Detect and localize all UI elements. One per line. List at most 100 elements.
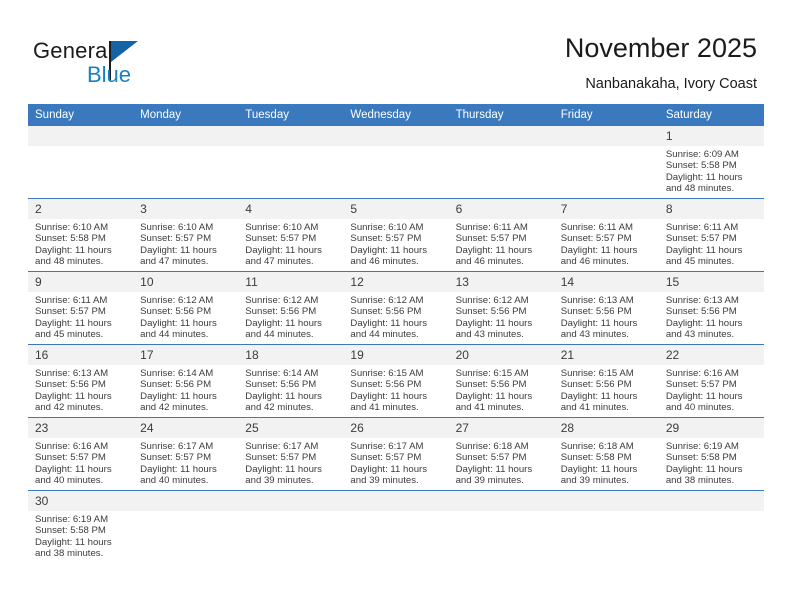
daylight-duration: Daylight: 11 hours and 44 minutes. bbox=[245, 317, 322, 340]
daylight-duration: Daylight: 11 hours and 39 minutes. bbox=[350, 463, 428, 486]
calendar-day-details: Sunrise: 6:12 AM Sunset: 5:56 PM Daylight:… bbox=[133, 292, 238, 340]
calendar-day-cell[interactable]: 25 Sunrise: 6:17 AM Sunset: 5:57 PM Dayligh… bbox=[238, 417, 344, 491]
sunrise-time: Sunrise: 6:14 AM bbox=[245, 368, 319, 379]
calendar-day-details: Sunrise: 6:17 AM Sunset: 5:57 PM Daylight:… bbox=[238, 438, 343, 486]
sunset-time: Sunset: 5:57 PM bbox=[140, 452, 212, 464]
calendar-day-cell[interactable]: 19 Sunrise: 6:15 AM Sunset: 5:56 PM Dayligh… bbox=[343, 344, 449, 418]
calendar-day-details: Sunrise: 6:19 AM Sunset: 5:58 PM Daylight:… bbox=[659, 438, 764, 486]
calendar-day-details: Sunrise: 6:18 AM Sunset: 5:58 PM Daylight:… bbox=[554, 438, 659, 486]
calendar-day-cell[interactable]: 6 Sunrise: 6:11 AM Sunset: 5:57 PM Daylight… bbox=[448, 198, 554, 272]
calendar-day-cell[interactable]: 21 Sunrise: 6:15 AM Sunset: 5:56 PM Dayligh… bbox=[553, 344, 659, 418]
calendar-day-cell[interactable]: 5 Sunrise: 6:10 AM Sunset: 5:57 PM Daylight… bbox=[343, 198, 449, 272]
calendar-day-cell[interactable]: 20 Sunrise: 6:15 AM Sunset: 5:56 PM Dayligh… bbox=[448, 344, 554, 418]
calendar-day-number: 7 bbox=[553, 199, 659, 219]
calendar-day-cell[interactable]: 24 Sunrise: 6:17 AM Sunset: 5:57 PM Dayligh… bbox=[133, 417, 239, 491]
calendar-day-cell[interactable]: 13 Sunrise: 6:12 AM Sunset: 5:56 PM Dayligh… bbox=[448, 271, 554, 345]
calendar-day-cell-empty bbox=[28, 126, 134, 199]
calendar-day-cell[interactable]: 30 Sunrise: 6:19 AM Sunset: 5:58 PM Dayligh… bbox=[28, 490, 134, 563]
calendar-day-number: 8 bbox=[658, 199, 764, 219]
weekday-header-sunday: Sunday bbox=[28, 104, 134, 126]
sunrise-time: Sunrise: 6:18 AM bbox=[455, 441, 529, 452]
calendar-day-number bbox=[553, 126, 659, 146]
calendar-day-cell[interactable]: 9 Sunrise: 6:11 AM Sunset: 5:57 PM Daylight… bbox=[28, 271, 134, 345]
calendar-day-number: 27 bbox=[448, 418, 554, 438]
calendar-day-details: Sunrise: 6:11 AM Sunset: 5:57 PM Daylight:… bbox=[554, 219, 659, 267]
daylight-duration: Daylight: 11 hours and 47 minutes. bbox=[140, 244, 217, 267]
sunset-time: Sunset: 5:57 PM bbox=[35, 452, 106, 464]
sunrise-time: Sunrise: 6:10 AM bbox=[35, 222, 109, 233]
sunset-time: Sunset: 5:56 PM bbox=[350, 306, 422, 318]
sunset-time: Sunset: 5:56 PM bbox=[560, 379, 632, 391]
sunrise-time: Sunrise: 6:16 AM bbox=[35, 441, 109, 452]
sunrise-time: Sunrise: 6:10 AM bbox=[350, 222, 424, 233]
daylight-duration: Daylight: 11 hours and 38 minutes. bbox=[35, 536, 112, 559]
sunset-time: Sunset: 5:56 PM bbox=[350, 379, 422, 391]
daylight-duration: Daylight: 11 hours and 44 minutes. bbox=[350, 317, 428, 340]
calendar-day-cell[interactable]: 14 Sunrise: 6:13 AM Sunset: 5:56 PM Dayligh… bbox=[553, 271, 659, 345]
calendar-day-details: Sunrise: 6:14 AM Sunset: 5:56 PM Daylight:… bbox=[238, 365, 343, 413]
calendar-day-cell[interactable]: 22 Sunrise: 6:16 AM Sunset: 5:57 PM Dayligh… bbox=[658, 344, 764, 418]
calendar-day-cell-empty bbox=[553, 490, 659, 563]
calendar-day-cell[interactable]: 28 Sunrise: 6:18 AM Sunset: 5:58 PM Dayligh… bbox=[553, 417, 659, 491]
sunrise-time: Sunrise: 6:11 AM bbox=[665, 222, 739, 233]
brand-logo[interactable]: General Blue bbox=[33, 38, 233, 94]
calendar-day-cell[interactable]: 1 Sunrise: 6:09 AM Sunset: 5:58 PM Daylight… bbox=[658, 126, 764, 199]
calendar-week-row: 2 Sunrise: 6:10 AM Sunset: 5:58 PM Daylight… bbox=[28, 198, 764, 272]
sunset-time: Sunset: 5:57 PM bbox=[350, 233, 422, 245]
sunrise-time: Sunrise: 6:11 AM bbox=[560, 222, 634, 233]
daylight-duration: Daylight: 11 hours and 48 minutes. bbox=[665, 171, 743, 194]
sunset-time: Sunset: 5:57 PM bbox=[245, 233, 317, 245]
sunset-time: Sunset: 5:56 PM bbox=[560, 306, 632, 318]
calendar-day-number bbox=[658, 491, 764, 511]
calendar-day-cell[interactable]: 7 Sunrise: 6:11 AM Sunset: 5:57 PM Daylight… bbox=[553, 198, 659, 272]
calendar-day-number: 14 bbox=[553, 272, 659, 292]
daylight-duration: Daylight: 11 hours and 46 minutes. bbox=[455, 244, 533, 267]
sunrise-time: Sunrise: 6:11 AM bbox=[35, 295, 108, 306]
sunrise-time: Sunrise: 6:13 AM bbox=[35, 368, 109, 379]
sunrise-time: Sunrise: 6:19 AM bbox=[35, 514, 109, 525]
calendar-day-cell[interactable]: 4 Sunrise: 6:10 AM Sunset: 5:57 PM Daylight… bbox=[238, 198, 344, 272]
calendar-day-cell[interactable]: 17 Sunrise: 6:14 AM Sunset: 5:56 PM Dayligh… bbox=[133, 344, 239, 418]
sunset-time: Sunset: 5:56 PM bbox=[455, 379, 527, 391]
calendar-day-number bbox=[133, 126, 239, 146]
page-subtitle: Nanbanakaha, Ivory Coast bbox=[585, 76, 757, 92]
calendar-day-cell[interactable]: 26 Sunrise: 6:17 AM Sunset: 5:57 PM Dayligh… bbox=[343, 417, 449, 491]
calendar-week-row: 9 Sunrise: 6:11 AM Sunset: 5:57 PM Daylight… bbox=[28, 271, 764, 345]
calendar-day-cell[interactable]: 8 Sunrise: 6:11 AM Sunset: 5:57 PM Daylight… bbox=[658, 198, 764, 272]
calendar-day-cell[interactable]: 15 Sunrise: 6:13 AM Sunset: 5:56 PM Dayligh… bbox=[658, 271, 764, 345]
calendar-day-cell-empty bbox=[658, 490, 764, 563]
calendar-day-cell[interactable]: 29 Sunrise: 6:19 AM Sunset: 5:58 PM Dayligh… bbox=[658, 417, 764, 491]
sunrise-time: Sunrise: 6:12 AM bbox=[140, 295, 214, 306]
calendar-day-number: 28 bbox=[553, 418, 659, 438]
calendar-day-cell[interactable]: 11 Sunrise: 6:12 AM Sunset: 5:56 PM Dayligh… bbox=[238, 271, 344, 345]
calendar-day-cell[interactable]: 23 Sunrise: 6:16 AM Sunset: 5:57 PM Dayligh… bbox=[28, 417, 134, 491]
calendar-day-cell-empty bbox=[553, 126, 659, 199]
calendar-day-number bbox=[28, 126, 134, 146]
calendar-day-cell[interactable]: 27 Sunrise: 6:18 AM Sunset: 5:57 PM Dayligh… bbox=[448, 417, 554, 491]
calendar-day-details: Sunrise: 6:10 AM Sunset: 5:57 PM Daylight:… bbox=[238, 219, 343, 267]
sunset-time: Sunset: 5:58 PM bbox=[560, 452, 632, 464]
sunrise-time: Sunrise: 6:18 AM bbox=[560, 441, 634, 452]
calendar-day-details: Sunrise: 6:18 AM Sunset: 5:57 PM Daylight:… bbox=[449, 438, 554, 486]
calendar-day-cell[interactable]: 3 Sunrise: 6:10 AM Sunset: 5:57 PM Daylight… bbox=[133, 198, 239, 272]
calendar-day-cell[interactable]: 10 Sunrise: 6:12 AM Sunset: 5:56 PM Dayligh… bbox=[133, 271, 239, 345]
calendar-day-cell[interactable]: 2 Sunrise: 6:10 AM Sunset: 5:58 PM Daylight… bbox=[28, 198, 134, 272]
daylight-duration: Daylight: 11 hours and 41 minutes. bbox=[560, 390, 638, 413]
sunrise-time: Sunrise: 6:13 AM bbox=[665, 295, 739, 306]
calendar-day-cell[interactable]: 16 Sunrise: 6:13 AM Sunset: 5:56 PM Dayligh… bbox=[28, 344, 134, 418]
calendar-day-cell-empty bbox=[133, 126, 239, 199]
calendar-day-number: 10 bbox=[133, 272, 239, 292]
calendar-day-cell-empty bbox=[238, 126, 344, 199]
weekday-header-tuesday: Tuesday bbox=[238, 104, 344, 126]
sunrise-time: Sunrise: 6:15 AM bbox=[350, 368, 424, 379]
calendar-day-number: 19 bbox=[343, 345, 449, 365]
calendar-day-number: 25 bbox=[238, 418, 344, 438]
calendar-day-cell[interactable]: 18 Sunrise: 6:14 AM Sunset: 5:56 PM Dayligh… bbox=[238, 344, 344, 418]
daylight-duration: Daylight: 11 hours and 44 minutes. bbox=[140, 317, 217, 340]
daylight-duration: Daylight: 11 hours and 42 minutes. bbox=[245, 390, 322, 413]
sunrise-time: Sunrise: 6:12 AM bbox=[350, 295, 424, 306]
daylight-duration: Daylight: 11 hours and 45 minutes. bbox=[35, 317, 112, 340]
calendar-day-number: 3 bbox=[133, 199, 239, 219]
daylight-duration: Daylight: 11 hours and 38 minutes. bbox=[665, 463, 743, 486]
calendar-day-cell[interactable]: 12 Sunrise: 6:12 AM Sunset: 5:56 PM Dayligh… bbox=[343, 271, 449, 345]
